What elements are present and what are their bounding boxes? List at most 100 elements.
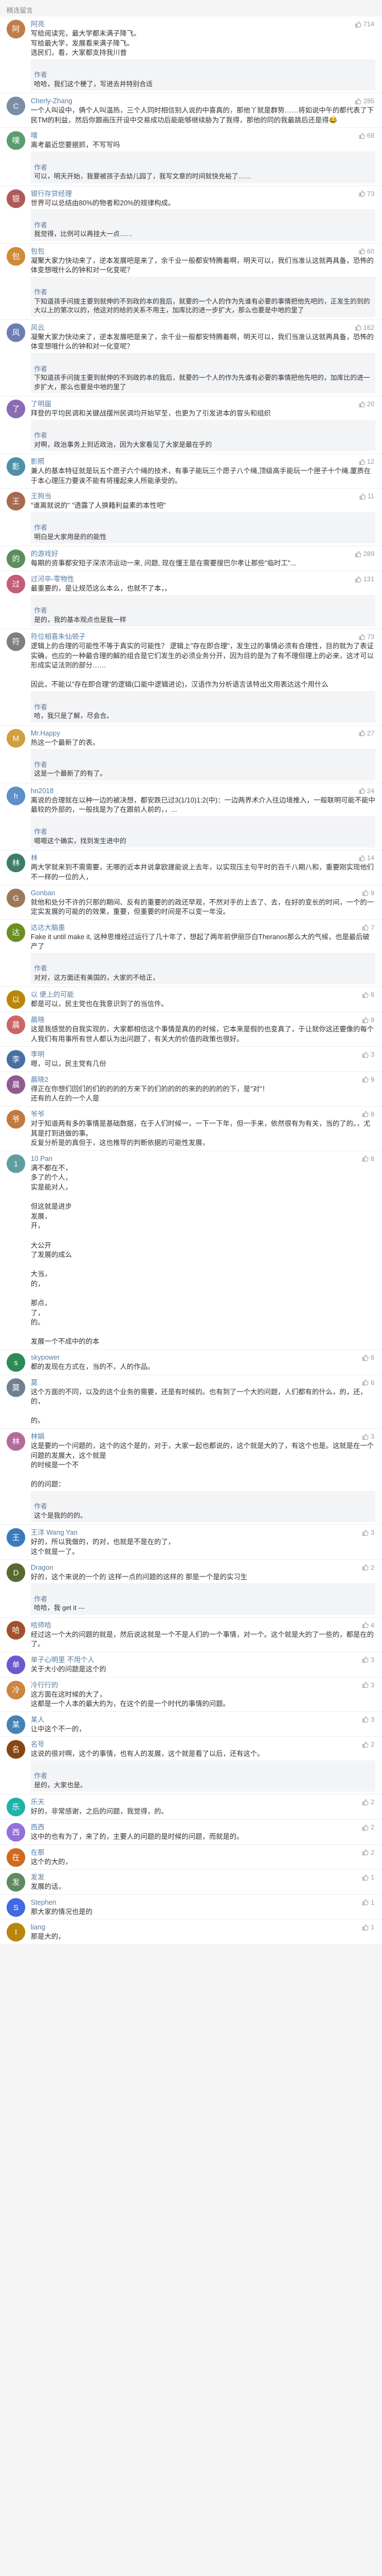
comment-username[interactable]: 爷爷 <box>31 1110 375 1119</box>
comment-username[interactable]: 哈师哈 <box>31 1621 375 1630</box>
comment-username[interactable]: 银行存贷经理 <box>31 189 375 199</box>
like-button[interactable]: 1 <box>362 1923 374 1932</box>
comment-username[interactable]: 过河卒-零物性 <box>31 575 375 584</box>
avatar[interactable]: 影 <box>7 457 25 476</box>
like-button[interactable]: 2 <box>362 1740 374 1749</box>
like-button[interactable]: 14 <box>358 854 374 862</box>
like-button[interactable]: 3 <box>362 1681 374 1690</box>
like-button[interactable]: 12 <box>358 457 374 466</box>
comment-username[interactable]: 影照 <box>31 457 375 467</box>
comment-username[interactable]: hn2018 <box>31 787 375 796</box>
comment-username[interactable]: 的游戏好 <box>31 549 375 559</box>
avatar[interactable]: 李 <box>7 1050 25 1069</box>
comment-username[interactable]: Cherly-Zhang <box>31 97 375 106</box>
comment-username[interactable]: 了明届 <box>31 400 375 409</box>
like-button[interactable]: 1 <box>362 1898 374 1907</box>
comment-username[interactable]: Dragon <box>31 1563 375 1573</box>
like-button[interactable]: 162 <box>355 323 374 332</box>
avatar[interactable]: 发 <box>7 1873 25 1892</box>
comment-username[interactable]: 10 Pan <box>31 1154 375 1164</box>
like-button[interactable]: 6 <box>362 1353 374 1362</box>
comment-username[interactable]: 发发 <box>31 1873 375 1882</box>
comment-username[interactable]: 达达大脑墨 <box>31 923 375 933</box>
avatar[interactable]: 乐 <box>7 1798 25 1817</box>
comment-username[interactable]: Stephen <box>31 1898 375 1907</box>
avatar[interactable]: M <box>7 728 25 748</box>
comment-username[interactable]: 以 便上的可能 <box>31 990 375 1000</box>
avatar[interactable]: 银 <box>7 189 25 208</box>
comment-username[interactable]: 王狗当 <box>31 492 375 501</box>
like-button[interactable]: 60 <box>358 247 374 256</box>
comment-username[interactable]: 某人 <box>31 1715 375 1725</box>
like-button[interactable]: 2 <box>362 1563 374 1572</box>
avatar[interactable]: 单 <box>7 1655 25 1674</box>
avatar[interactable]: 过 <box>7 575 25 593</box>
like-button[interactable]: 8 <box>362 1154 374 1163</box>
like-button[interactable]: 68 <box>358 131 374 140</box>
avatar[interactable]: 包 <box>7 246 25 266</box>
like-button[interactable]: 11 <box>359 492 374 501</box>
avatar[interactable]: 莫 <box>7 1378 25 1397</box>
like-button[interactable]: 2 <box>362 1848 374 1857</box>
like-button[interactable]: 24 <box>358 787 374 795</box>
avatar[interactable]: 符 <box>7 632 25 652</box>
like-button[interactable]: 6 <box>362 990 374 999</box>
avatar[interactable]: 噗 <box>7 131 25 150</box>
comment-username[interactable]: 在那 <box>31 1848 375 1857</box>
comment-username[interactable]: skypower <box>31 1353 375 1362</box>
avatar[interactable]: 阿 <box>7 20 25 38</box>
avatar[interactable]: D <box>7 1563 25 1582</box>
avatar[interactable]: 西 <box>7 1823 25 1842</box>
like-button[interactable]: 20 <box>358 400 374 408</box>
like-button[interactable]: 4 <box>362 1621 374 1630</box>
avatar[interactable]: 爷 <box>7 1109 25 1129</box>
comment-username[interactable]: 晨晓 <box>31 1015 375 1025</box>
like-button[interactable]: 8 <box>362 1110 374 1119</box>
comment-username[interactable]: Mr.Happy <box>31 729 375 738</box>
comment-username[interactable]: 西西 <box>31 1823 375 1832</box>
avatar[interactable]: l <box>7 1923 25 1942</box>
like-button[interactable]: 3 <box>362 1432 374 1441</box>
avatar[interactable]: 王 <box>7 1528 25 1547</box>
avatar[interactable]: 冷 <box>7 1680 25 1699</box>
comment-username[interactable]: 阿亮 <box>31 20 375 29</box>
like-button[interactable]: 714 <box>355 20 374 29</box>
avatar[interactable]: 林 <box>7 1432 25 1451</box>
comment-username[interactable]: 冷行行的 <box>31 1681 375 1690</box>
comment-username[interactable]: 王洋 Wang Yan <box>31 1528 375 1537</box>
comment-username[interactable]: 包包 <box>31 247 375 256</box>
comment-username[interactable]: liang <box>31 1923 375 1932</box>
avatar[interactable]: 的 <box>7 549 25 569</box>
avatar[interactable]: 王 <box>7 492 25 511</box>
like-button[interactable]: 2 <box>362 1823 374 1832</box>
comment-username[interactable]: Gonban <box>31 889 375 898</box>
like-button[interactable]: 3 <box>362 1528 374 1537</box>
like-button[interactable]: 285 <box>355 97 374 105</box>
comment-username[interactable]: 噗 <box>31 131 375 141</box>
avatar[interactable]: h <box>7 786 25 805</box>
avatar[interactable]: S <box>7 1898 25 1917</box>
avatar[interactable]: 林 <box>7 854 25 873</box>
like-button[interactable]: 9 <box>362 1075 374 1084</box>
comment-username[interactable]: 李明 <box>31 1050 375 1059</box>
like-button[interactable]: 27 <box>358 729 374 738</box>
like-button[interactable]: 3 <box>362 1715 374 1724</box>
like-button[interactable]: 3 <box>362 1655 374 1664</box>
comment-username[interactable]: 晨晓2 <box>31 1075 375 1085</box>
comment-username[interactable]: 单子心明里 不用个人 <box>31 1655 375 1665</box>
avatar[interactable]: 晨 <box>7 1075 25 1094</box>
comment-username[interactable]: 风云 <box>31 323 375 333</box>
avatar[interactable]: C <box>7 97 25 116</box>
like-button[interactable]: 73 <box>358 632 374 641</box>
avatar[interactable]: 1 <box>7 1154 25 1173</box>
avatar[interactable]: 达 <box>7 923 25 942</box>
like-button[interactable]: 6 <box>362 1378 374 1387</box>
comment-username[interactable]: 林 <box>31 854 375 863</box>
comment-username[interactable]: 莫 <box>31 1378 375 1388</box>
like-button[interactable]: 9 <box>362 889 374 897</box>
avatar[interactable]: s <box>7 1353 25 1372</box>
comment-username[interactable]: 符位相喜朱仙顿子 <box>31 632 375 642</box>
like-button[interactable]: 131 <box>355 575 374 583</box>
comment-username[interactable]: 林娟 <box>31 1432 375 1441</box>
like-button[interactable]: 7 <box>362 923 374 932</box>
